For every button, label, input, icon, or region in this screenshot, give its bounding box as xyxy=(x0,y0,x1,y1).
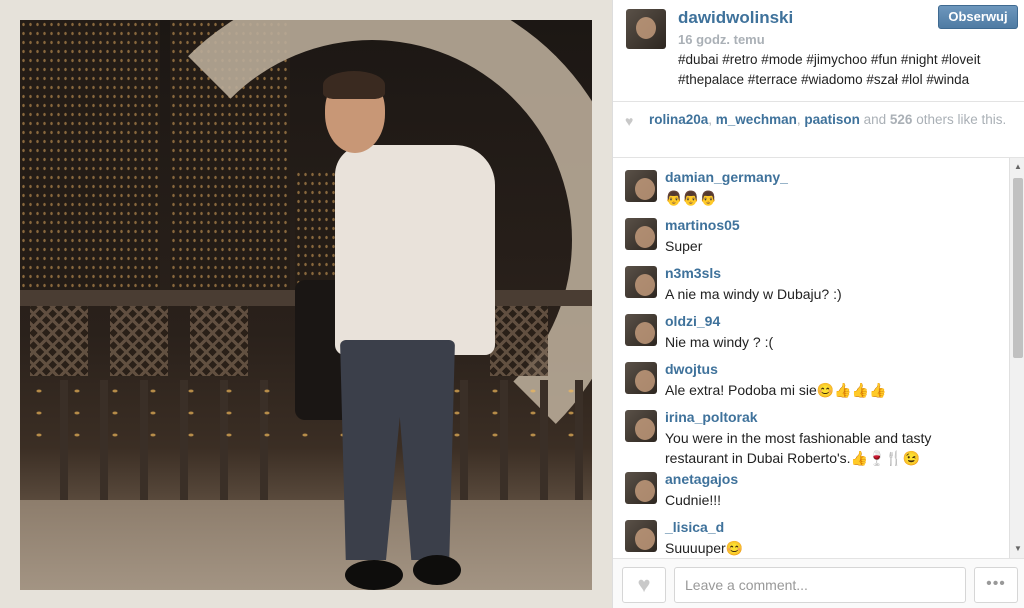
commenter-avatar[interactable] xyxy=(625,410,657,442)
commenter-avatar[interactable] xyxy=(625,266,657,298)
commenter-avatar[interactable] xyxy=(625,520,657,552)
comment-item: damian_germany_ 👨👨👨 xyxy=(613,158,1009,206)
likes-tail: others like this. xyxy=(912,112,1007,127)
comment-item: martinos05 Super xyxy=(613,206,1009,254)
more-icon: ••• xyxy=(986,575,1006,592)
likes-count: 526 xyxy=(889,112,913,127)
heart-icon: ♥ xyxy=(637,572,651,597)
liker-link[interactable]: m_wechman xyxy=(716,112,797,127)
comment-text: Super xyxy=(665,238,703,254)
commenter-avatar[interactable] xyxy=(625,218,657,250)
comment-item: anetagajos Cudnie!!! xyxy=(613,460,1009,508)
comment-input[interactable] xyxy=(674,567,966,603)
comment-text: Suuuuper😊 xyxy=(665,540,744,556)
comment-text: Ale extra! Podoba mi sie😊👍👍👍 xyxy=(665,382,887,398)
comment-footer: ♥ ••• xyxy=(613,558,1024,608)
post-sidebar: dawidwolinski 16 godz. temu #dubai #retr… xyxy=(612,0,1024,608)
heart-icon: ♥ xyxy=(625,113,634,129)
comment-text: Nie ma windy ? :( xyxy=(665,334,774,350)
commenter-avatar[interactable] xyxy=(625,170,657,202)
person-figure xyxy=(295,71,505,590)
commenter-username[interactable]: dwojtus xyxy=(665,361,718,377)
commenter-username[interactable]: irina_poltorak xyxy=(665,409,758,425)
scroll-down-arrow-icon[interactable]: ▼ xyxy=(1013,544,1023,554)
commenter-username[interactable]: anetagajos xyxy=(665,471,738,487)
photo-pane xyxy=(0,0,612,608)
scrollbar-thumb[interactable] xyxy=(1013,178,1023,358)
commenter-username[interactable]: martinos05 xyxy=(665,217,740,233)
author-username[interactable]: dawidwolinski xyxy=(678,8,793,28)
comment-item: n3m3sls A nie ma windy w Dubaju? :) xyxy=(613,254,1009,302)
comment-item: oldzi_94 Nie ma windy ? :( xyxy=(613,302,1009,350)
commenter-avatar[interactable] xyxy=(625,314,657,346)
follow-button[interactable]: Obserwuj xyxy=(938,5,1018,29)
comment-text: A nie ma windy w Dubaju? :) xyxy=(665,286,842,302)
post-caption: #dubai #retro #mode #jimychoo #fun #nigh… xyxy=(678,52,981,87)
comment-item: irina_poltorak You were in the most fash… xyxy=(613,398,1009,466)
comment-text: Cudnie!!! xyxy=(665,492,722,508)
post-time: 16 godz. temu xyxy=(678,32,765,47)
likes-and: and xyxy=(859,112,890,127)
comments-list: damian_germany_ 👨👨👨 martinos05 Super n3m… xyxy=(613,158,1009,558)
comment-item: dwojtus Ale extra! Podoba mi sie😊👍👍👍 xyxy=(613,350,1009,398)
commenter-avatar[interactable] xyxy=(625,472,657,504)
comment-text: 👨👨👨 xyxy=(665,190,718,206)
commenter-username[interactable]: _lisica_d xyxy=(665,519,724,535)
comments-scrollbar[interactable]: ▲ ▼ xyxy=(1009,158,1024,558)
more-options-button[interactable]: ••• xyxy=(974,567,1018,603)
liker-link[interactable]: rolina20a xyxy=(649,112,708,127)
likes-separator: , xyxy=(708,112,716,127)
commenter-avatar[interactable] xyxy=(625,362,657,394)
commenter-username[interactable]: oldzi_94 xyxy=(665,313,720,329)
post-photo[interactable] xyxy=(20,20,592,590)
post-header: dawidwolinski 16 godz. temu #dubai #retr… xyxy=(613,0,1024,102)
scroll-up-arrow-icon[interactable]: ▲ xyxy=(1013,162,1023,172)
commenter-username[interactable]: damian_germany_ xyxy=(665,169,788,185)
commenter-username[interactable]: n3m3sls xyxy=(665,265,721,281)
like-button[interactable]: ♥ xyxy=(622,567,666,603)
author-avatar[interactable] xyxy=(626,9,666,49)
likes-summary: ♥ rolina20a, m_wechman, paatison and 526… xyxy=(613,102,1024,158)
comment-item: _lisica_d Suuuuper😊 xyxy=(613,508,1009,556)
liker-link[interactable]: paatison xyxy=(804,112,860,127)
